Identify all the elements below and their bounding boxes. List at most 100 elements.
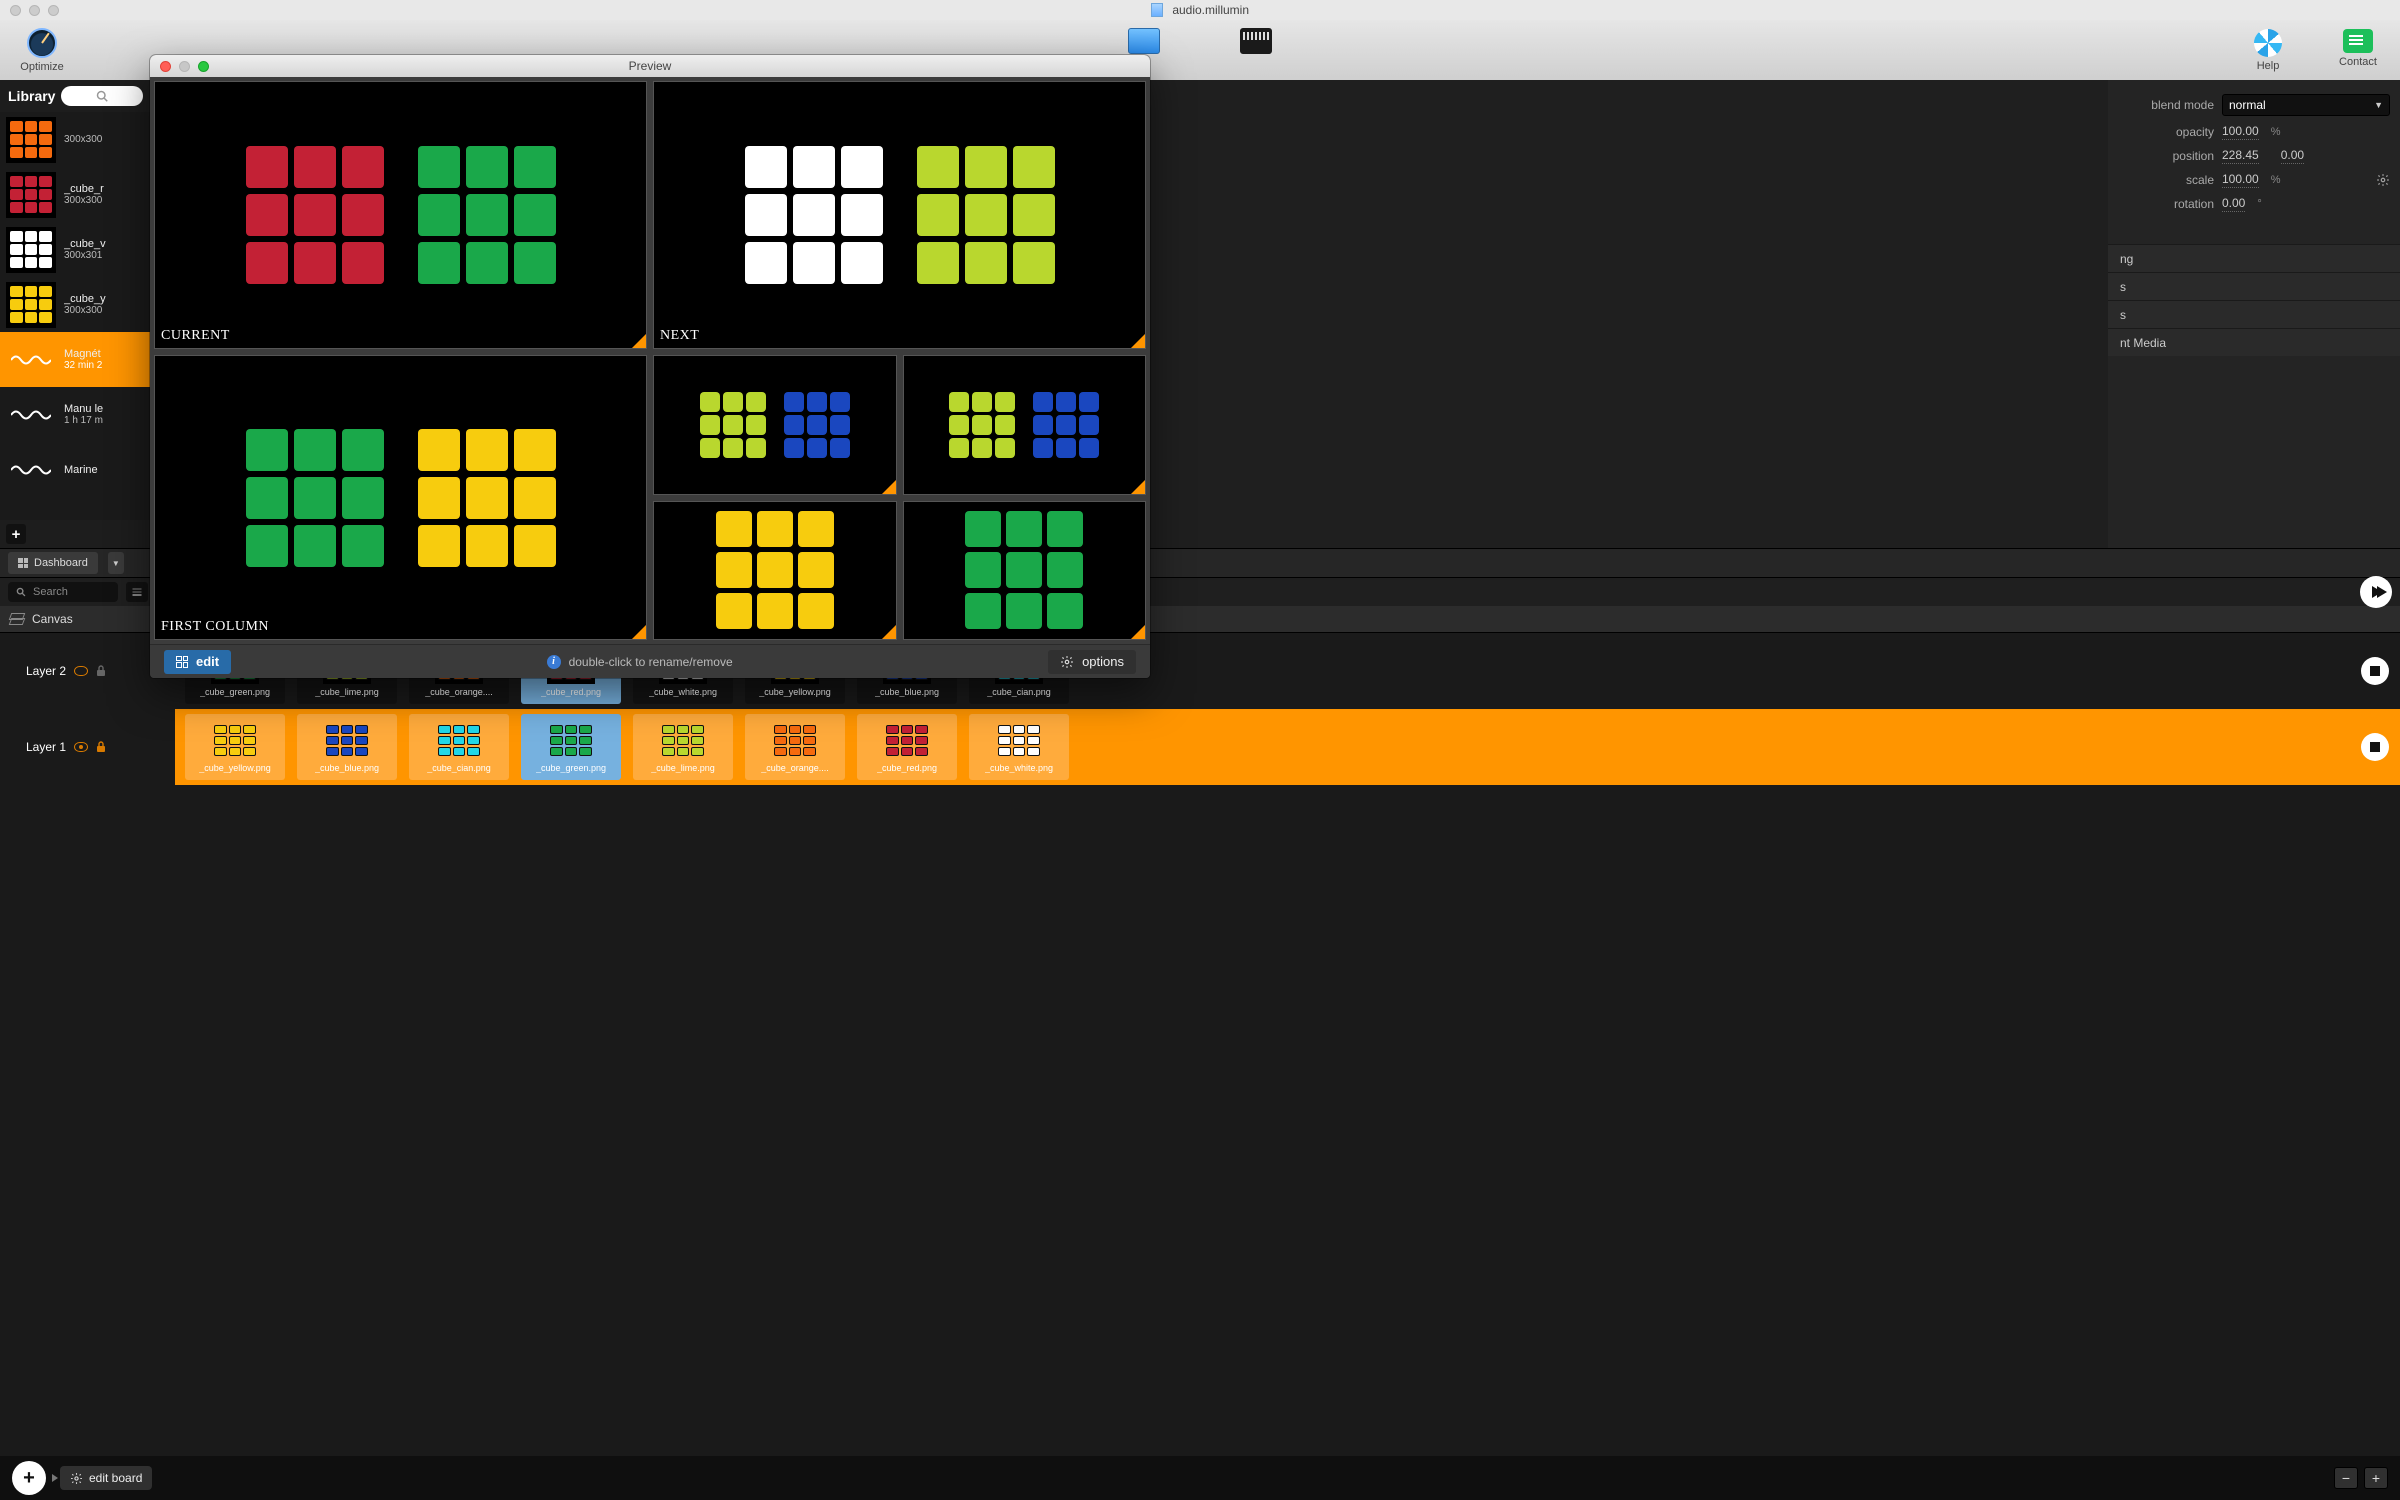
- zoom-in-button[interactable]: +: [2364, 1467, 2388, 1489]
- clip-label: _cube_yellow.png: [759, 687, 831, 697]
- library-item-name: Manu le: [64, 403, 145, 415]
- scale-field[interactable]: 100.00: [2222, 172, 2259, 188]
- position-x-field[interactable]: 228.45: [2222, 148, 2259, 164]
- property-section[interactable]: s: [2108, 272, 2400, 300]
- waveform-icon: [6, 347, 56, 373]
- property-section[interactable]: s: [2108, 300, 2400, 328]
- footer: + edit board − +: [0, 1456, 2400, 1500]
- grid-icon: [18, 558, 28, 568]
- add-button[interactable]: +: [12, 1461, 46, 1495]
- opacity-field[interactable]: 100.00: [2222, 124, 2259, 140]
- layers-icon: [10, 613, 24, 625]
- resize-handle-icon[interactable]: [882, 480, 896, 494]
- library-item[interactable]: Magnét32 min 2: [0, 332, 151, 387]
- library-item-name: _cube_r: [64, 183, 145, 195]
- preview-next-pane[interactable]: NEXT: [653, 81, 1146, 349]
- rotation-label: rotation: [2118, 197, 2214, 211]
- resize-handle-icon[interactable]: [632, 625, 646, 639]
- clip-label: _cube_cian.png: [987, 687, 1051, 697]
- list-mode-button[interactable]: [126, 582, 148, 602]
- pane-label: FIRST COLUMN: [161, 619, 269, 635]
- visibility-eye-icon[interactable]: [74, 742, 88, 752]
- clip-label: _cube_cian.png: [427, 763, 491, 773]
- clip[interactable]: _cube_cian.png: [409, 714, 509, 780]
- library-search[interactable]: [61, 86, 143, 106]
- layer-name: Layer 2: [26, 664, 66, 678]
- library-item-name: _cube_y: [64, 293, 145, 305]
- waveform-icon: [6, 457, 56, 483]
- resize-handle-icon[interactable]: [632, 334, 646, 348]
- resize-handle-icon[interactable]: [1131, 625, 1145, 639]
- clip-label: _cube_lime.png: [315, 687, 379, 697]
- library-item-name: _cube_v: [64, 238, 145, 250]
- monitor-icon[interactable]: [1128, 28, 1160, 54]
- help-button[interactable]: Help: [2238, 29, 2298, 72]
- clip-label: _cube_blue.png: [315, 763, 379, 773]
- edit-board-button[interactable]: edit board: [60, 1466, 152, 1490]
- library-item[interactable]: Marine: [0, 442, 151, 497]
- preview-edit-button[interactable]: edit: [164, 650, 231, 674]
- pane-label: NEXT: [660, 328, 699, 344]
- preview-title: Preview: [150, 59, 1150, 73]
- cube-thumbnail: [995, 722, 1043, 760]
- library-add-button[interactable]: +: [6, 524, 26, 544]
- clip[interactable]: _cube_red.png: [857, 714, 957, 780]
- clip[interactable]: _cube_yellow.png: [185, 714, 285, 780]
- clip[interactable]: _cube_white.png: [969, 714, 1069, 780]
- library-item[interactable]: 300x300: [0, 112, 151, 167]
- clip[interactable]: _cube_blue.png: [297, 714, 397, 780]
- clip[interactable]: _cube_orange....: [745, 714, 845, 780]
- waveform-icon: [6, 402, 56, 428]
- preview-first-column-pane[interactable]: FIRST COLUMN: [154, 355, 647, 640]
- zoom-out-button[interactable]: −: [2334, 1467, 2358, 1489]
- blend-mode-label: blend mode: [2118, 98, 2214, 112]
- timeline-search-input[interactable]: Search: [8, 582, 118, 602]
- library-item[interactable]: _cube_y300x300: [0, 277, 151, 332]
- midi-icon[interactable]: [1240, 28, 1272, 54]
- stop-button[interactable]: [2361, 657, 2389, 685]
- preview-options-button[interactable]: options: [1048, 650, 1136, 674]
- blend-mode-select[interactable]: normal▼: [2222, 94, 2390, 116]
- preview-sub-pane[interactable]: [653, 355, 897, 495]
- resize-handle-icon[interactable]: [1131, 334, 1145, 348]
- clip[interactable]: _cube_green.png: [521, 714, 621, 780]
- stop-button[interactable]: [2361, 733, 2389, 761]
- clip[interactable]: _cube_lime.png: [633, 714, 733, 780]
- preview-sub-pane[interactable]: [903, 501, 1147, 641]
- preview-window[interactable]: Preview CURRENT NEXT FIRST COLUMN: [150, 55, 1150, 678]
- contact-button[interactable]: Contact: [2328, 29, 2388, 72]
- dashboard-dropdown[interactable]: ▼: [108, 552, 124, 574]
- preview-titlebar[interactable]: Preview: [150, 55, 1150, 77]
- library-title: Library: [8, 88, 55, 104]
- library-item[interactable]: _cube_v300x301: [0, 222, 151, 277]
- library-panel: Library 300x300_cube_r300x300_cube_v300x…: [0, 80, 152, 548]
- lock-icon[interactable]: [96, 665, 106, 677]
- library-item[interactable]: Manu le1 h 17 m: [0, 387, 151, 442]
- optimize-button[interactable]: Optimize: [12, 28, 72, 73]
- gear-icon[interactable]: [2376, 173, 2390, 187]
- hint-text: i double-click to rename/remove: [243, 655, 1036, 669]
- lock-icon[interactable]: [96, 741, 106, 753]
- preview-sub-pane[interactable]: [653, 501, 897, 641]
- play-next-button[interactable]: [2360, 576, 2392, 608]
- resize-handle-icon[interactable]: [882, 625, 896, 639]
- main-titlebar[interactable]: audio.millumin: [0, 0, 2400, 20]
- dashboard-tab[interactable]: Dashboard: [8, 552, 98, 574]
- preview-sub-pane[interactable]: [903, 355, 1147, 495]
- property-section[interactable]: ng: [2108, 244, 2400, 272]
- window-title-text: audio.millumin: [1172, 3, 1249, 17]
- library-item[interactable]: _cube_r300x300: [0, 167, 151, 222]
- position-y-field[interactable]: 0.00: [2281, 148, 2304, 164]
- toolbar-center: [1128, 28, 1272, 54]
- visibility-eye-icon[interactable]: [74, 666, 88, 676]
- rotation-field[interactable]: 0.00: [2222, 196, 2245, 212]
- lifebuoy-icon: [2254, 29, 2282, 57]
- resize-handle-icon[interactable]: [1131, 480, 1145, 494]
- preview-current-pane[interactable]: CURRENT: [154, 81, 647, 349]
- layer-row[interactable]: Layer 1_cube_yellow.png_cube_blue.png_cu…: [0, 709, 2400, 785]
- cube-thumbnail: [323, 722, 371, 760]
- preview-sub-panes: [653, 355, 1146, 640]
- property-section[interactable]: nt Media: [2108, 328, 2400, 356]
- clip-label: _cube_red.png: [541, 687, 601, 697]
- cube-thumbnail: [211, 722, 259, 760]
